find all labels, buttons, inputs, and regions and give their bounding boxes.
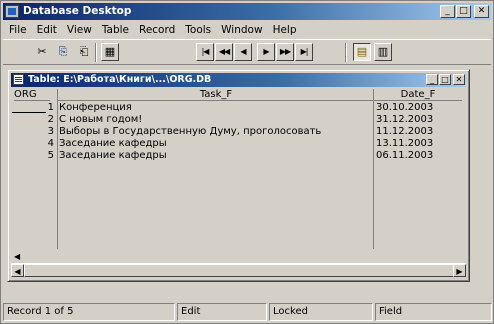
row-number: 2 — [47, 114, 54, 125]
column-header-date[interactable]: Date_F — [374, 89, 462, 101]
row-number: 3 — [47, 126, 54, 137]
view-data-icon[interactable]: ▤ — [353, 43, 371, 61]
scroll-left-marker-icon: ◀ — [14, 252, 21, 261]
table-close-button[interactable]: ✕ — [453, 74, 465, 85]
app-icon[interactable] — [5, 5, 19, 18]
horizontal-scrollbar[interactable]: ◀ ▶ — [11, 263, 466, 277]
restructure-icon[interactable]: ▦ — [101, 43, 119, 61]
menu-window[interactable]: Window — [216, 22, 267, 38]
task-cell[interactable]: Выборы в Государственную Думу, проголосо… — [59, 126, 321, 138]
date-cell[interactable]: 13.11.2003 — [376, 138, 433, 150]
status-lock: Locked — [269, 303, 373, 321]
menu-bar: File Edit View Table Record Tools Window… — [4, 22, 302, 38]
menu-help[interactable]: Help — [268, 22, 302, 38]
last-record-icon[interactable]: ▶| — [295, 43, 313, 61]
table-title-bar[interactable]: Table: E:\Работа\Книги\...\ORG.DB _ □ ✕ — [11, 73, 466, 87]
date-cell[interactable]: 30.10.2003 — [376, 102, 433, 114]
row-number: 4 — [47, 138, 54, 149]
date-cell[interactable]: 06.11.2003 — [376, 150, 433, 162]
menu-tools[interactable]: Tools — [180, 22, 216, 38]
menu-record[interactable]: Record — [134, 22, 180, 38]
next-record-icon[interactable]: ▶ — [257, 43, 275, 61]
table-icon[interactable] — [13, 74, 24, 85]
scroll-right-icon[interactable]: ▶ — [453, 264, 466, 277]
next-set-icon[interactable]: ▶▶ — [276, 43, 294, 61]
menu-edit[interactable]: Edit — [32, 22, 62, 38]
menu-table[interactable]: Table — [97, 22, 134, 38]
first-record-icon[interactable]: |◀ — [196, 43, 214, 61]
scrollbar-thumb[interactable] — [24, 264, 454, 277]
toolbar: ✂ ⎘ ⎗ ▦ |◀ ◀◀ ◀ ▶ ▶▶ ▶| ▤ ▥ — [3, 39, 491, 65]
paste-icon[interactable]: ⎗ — [75, 43, 93, 61]
copy-icon[interactable]: ⎘ — [54, 43, 72, 61]
scroll-left-icon[interactable]: ◀ — [11, 264, 24, 277]
status-mode: Edit — [177, 303, 267, 321]
status-field: Field — [375, 303, 492, 321]
status-bar: Record 1 of 5 Edit Locked Field — [3, 303, 492, 321]
prev-set-icon[interactable]: ◀◀ — [215, 43, 233, 61]
app-window: Database Desktop _ □ ✕ File Edit View Ta… — [0, 0, 494, 324]
title-bar[interactable]: Database Desktop _ □ ✕ — [3, 3, 491, 20]
task-cell[interactable]: Заседание кафедры — [59, 138, 167, 150]
toolbar-separator — [95, 43, 97, 62]
close-button[interactable]: ✕ — [474, 5, 489, 18]
column-divider — [373, 89, 374, 249]
data-grid: ORG Task_F Date_F 1 Конференция 30.10.20… — [12, 89, 462, 249]
date-cell[interactable]: 11.12.2003 — [376, 126, 433, 138]
menu-view[interactable]: View — [62, 22, 97, 38]
task-cell[interactable]: С новым годом! — [59, 114, 142, 126]
table-minimize-button[interactable]: _ — [426, 74, 438, 85]
column-header-task[interactable]: Task_F — [58, 89, 374, 101]
maximize-button[interactable]: □ — [456, 5, 471, 18]
row-number: 1 — [47, 102, 54, 113]
menu-file[interactable]: File — [4, 22, 32, 38]
column-divider — [57, 89, 58, 249]
status-record: Record 1 of 5 — [3, 303, 175, 321]
column-header-org[interactable]: ORG — [14, 89, 50, 101]
toolbar-separator — [345, 43, 347, 62]
row-number: 5 — [47, 150, 54, 161]
prev-record-icon[interactable]: ◀ — [234, 43, 252, 61]
task-cell[interactable]: Заседание кафедры — [59, 150, 167, 162]
table-maximize-button[interactable]: □ — [439, 74, 451, 85]
window-title: Database Desktop — [23, 5, 132, 17]
minimize-button[interactable]: _ — [440, 5, 455, 18]
edit-data-icon[interactable]: ▥ — [374, 43, 392, 61]
table-title: Table: E:\Работа\Книги\...\ORG.DB — [28, 74, 212, 85]
date-cell[interactable]: 31.12.2003 — [376, 114, 433, 126]
cut-icon[interactable]: ✂ — [33, 43, 51, 61]
table-window: Table: E:\Работа\Книги\...\ORG.DB _ □ ✕ … — [7, 69, 470, 282]
task-cell[interactable]: Конференция — [59, 102, 132, 114]
